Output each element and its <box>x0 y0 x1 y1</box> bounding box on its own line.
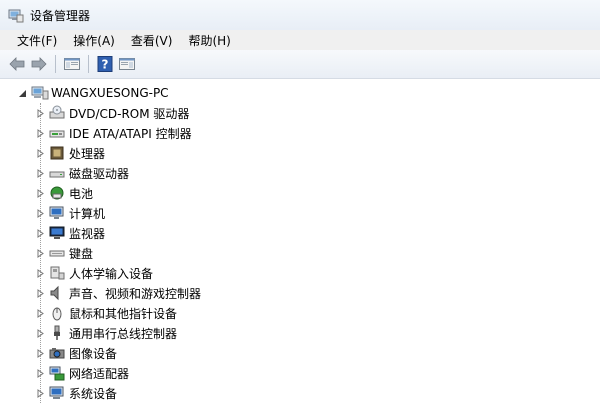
expand-triangle-icon[interactable] <box>36 168 45 178</box>
tree-item-label: 键盘 <box>69 246 94 261</box>
tree-item-label: 系统设备 <box>69 386 118 401</box>
mouse-icon <box>49 305 65 321</box>
expand-triangle-icon[interactable] <box>36 148 45 158</box>
expand-triangle-icon[interactable] <box>36 368 45 378</box>
system-devices-icon <box>49 385 65 401</box>
tree-item-monitor[interactable]: 监视器 <box>36 223 105 243</box>
tree-item-system[interactable]: 系统设备 <box>36 383 117 403</box>
tree-item-keyboard[interactable]: 键盘 <box>36 243 93 263</box>
expand-triangle-icon[interactable] <box>36 268 45 278</box>
disk-drive-icon <box>49 165 65 181</box>
tree-item-processor[interactable]: 处理器 <box>36 143 105 163</box>
computer-icon <box>49 205 65 221</box>
tree-item-label: 处理器 <box>69 146 106 161</box>
expand-triangle-icon[interactable] <box>36 288 45 298</box>
expand-triangle-icon[interactable] <box>36 108 45 118</box>
tree-item-label: 人体学输入设备 <box>69 266 154 281</box>
menu-action[interactable]: 操作(A) <box>70 31 118 50</box>
svg-text:?: ? <box>102 58 109 72</box>
show-action-pane-button[interactable] <box>116 53 138 75</box>
computer-icon <box>31 85 49 101</box>
expand-triangle-icon[interactable] <box>36 388 45 398</box>
title-bar: 设备管理器 <box>0 0 600 30</box>
tree-item-label: 电池 <box>69 186 94 201</box>
keyboard-icon <box>49 245 65 261</box>
tree-item-label: 计算机 <box>69 206 106 221</box>
device-manager-icon <box>8 7 24 23</box>
monitor-icon <box>49 225 65 241</box>
dvd-drive-icon <box>49 105 65 121</box>
tree-item-hid[interactable]: 人体学输入设备 <box>36 263 153 283</box>
expand-triangle-icon[interactable] <box>36 188 45 198</box>
speaker-icon <box>49 285 65 301</box>
tree-item-sound[interactable]: 声音、视频和游戏控制器 <box>36 283 201 303</box>
help-button[interactable]: ? <box>94 53 116 75</box>
expand-triangle-icon[interactable] <box>36 328 45 338</box>
usb-icon <box>49 325 65 341</box>
network-adapter-icon <box>49 365 65 381</box>
tree-item-label: 声音、视频和游戏控制器 <box>69 286 202 301</box>
expand-triangle-icon[interactable] <box>36 308 45 318</box>
expand-triangle-icon[interactable] <box>36 348 45 358</box>
forward-button[interactable] <box>28 53 50 75</box>
tree-item-label: 通用串行总线控制器 <box>69 326 178 341</box>
tree-item-label: 监视器 <box>69 226 106 241</box>
action-pane-icon <box>119 58 135 70</box>
expand-triangle-icon[interactable] <box>36 248 45 258</box>
window-title: 设备管理器 <box>30 8 91 23</box>
tree-item-label: IDE ATA/ATAPI 控制器 <box>69 126 192 141</box>
show-hide-console-tree-button[interactable] <box>61 53 83 75</box>
menu-bar: 文件(F) 操作(A) 查看(V) 帮助(H) <box>0 30 600 50</box>
tree-item-ide[interactable]: IDE ATA/ATAPI 控制器 <box>36 123 192 143</box>
menu-view[interactable]: 查看(V) <box>128 31 176 50</box>
processor-icon <box>49 145 65 161</box>
hid-icon <box>49 265 65 281</box>
expand-triangle-icon[interactable] <box>36 128 45 138</box>
tree-item-label: DVD/CD-ROM 驱动器 <box>69 106 190 121</box>
tree-root-node[interactable]: WANGXUESONG-PC <box>18 83 169 103</box>
console-tree-icon <box>64 58 80 70</box>
camera-icon <box>49 345 65 361</box>
menu-help[interactable]: 帮助(H) <box>185 31 233 50</box>
toolbar: ? <box>0 50 600 79</box>
tree-item-dvd[interactable]: DVD/CD-ROM 驱动器 <box>36 103 189 123</box>
tree-item-network[interactable]: 网络适配器 <box>36 363 129 383</box>
tree-item-computer[interactable]: 计算机 <box>36 203 105 223</box>
collapse-triangle-icon[interactable] <box>18 89 27 98</box>
battery-icon <box>49 185 65 201</box>
ide-controller-icon <box>49 125 65 141</box>
back-arrow-icon <box>9 57 25 71</box>
toolbar-separator <box>88 55 89 73</box>
help-icon: ? <box>97 56 113 72</box>
back-button[interactable] <box>6 53 28 75</box>
menu-file[interactable]: 文件(F) <box>14 31 60 50</box>
tree-item-mouse[interactable]: 鼠标和其他指针设备 <box>36 303 177 323</box>
device-tree: WANGXUESONG-PC DVD/CD-ROM 驱动器 IDE ATA/AT… <box>0 79 600 403</box>
tree-item-imaging[interactable]: 图像设备 <box>36 343 117 363</box>
tree-item-battery[interactable]: 电池 <box>36 183 93 203</box>
tree-item-label: 网络适配器 <box>69 366 130 381</box>
tree-item-label: 图像设备 <box>69 346 118 361</box>
tree-item-usb[interactable]: 通用串行总线控制器 <box>36 323 177 343</box>
expand-triangle-icon[interactable] <box>36 228 45 238</box>
toolbar-separator <box>55 55 56 73</box>
tree-root-label: WANGXUESONG-PC <box>51 86 169 100</box>
tree-item-label: 鼠标和其他指针设备 <box>69 306 178 321</box>
tree-item-label: 磁盘驱动器 <box>69 166 130 181</box>
forward-arrow-icon <box>31 57 47 71</box>
expand-triangle-icon[interactable] <box>36 208 45 218</box>
tree-item-disk[interactable]: 磁盘驱动器 <box>36 163 129 183</box>
